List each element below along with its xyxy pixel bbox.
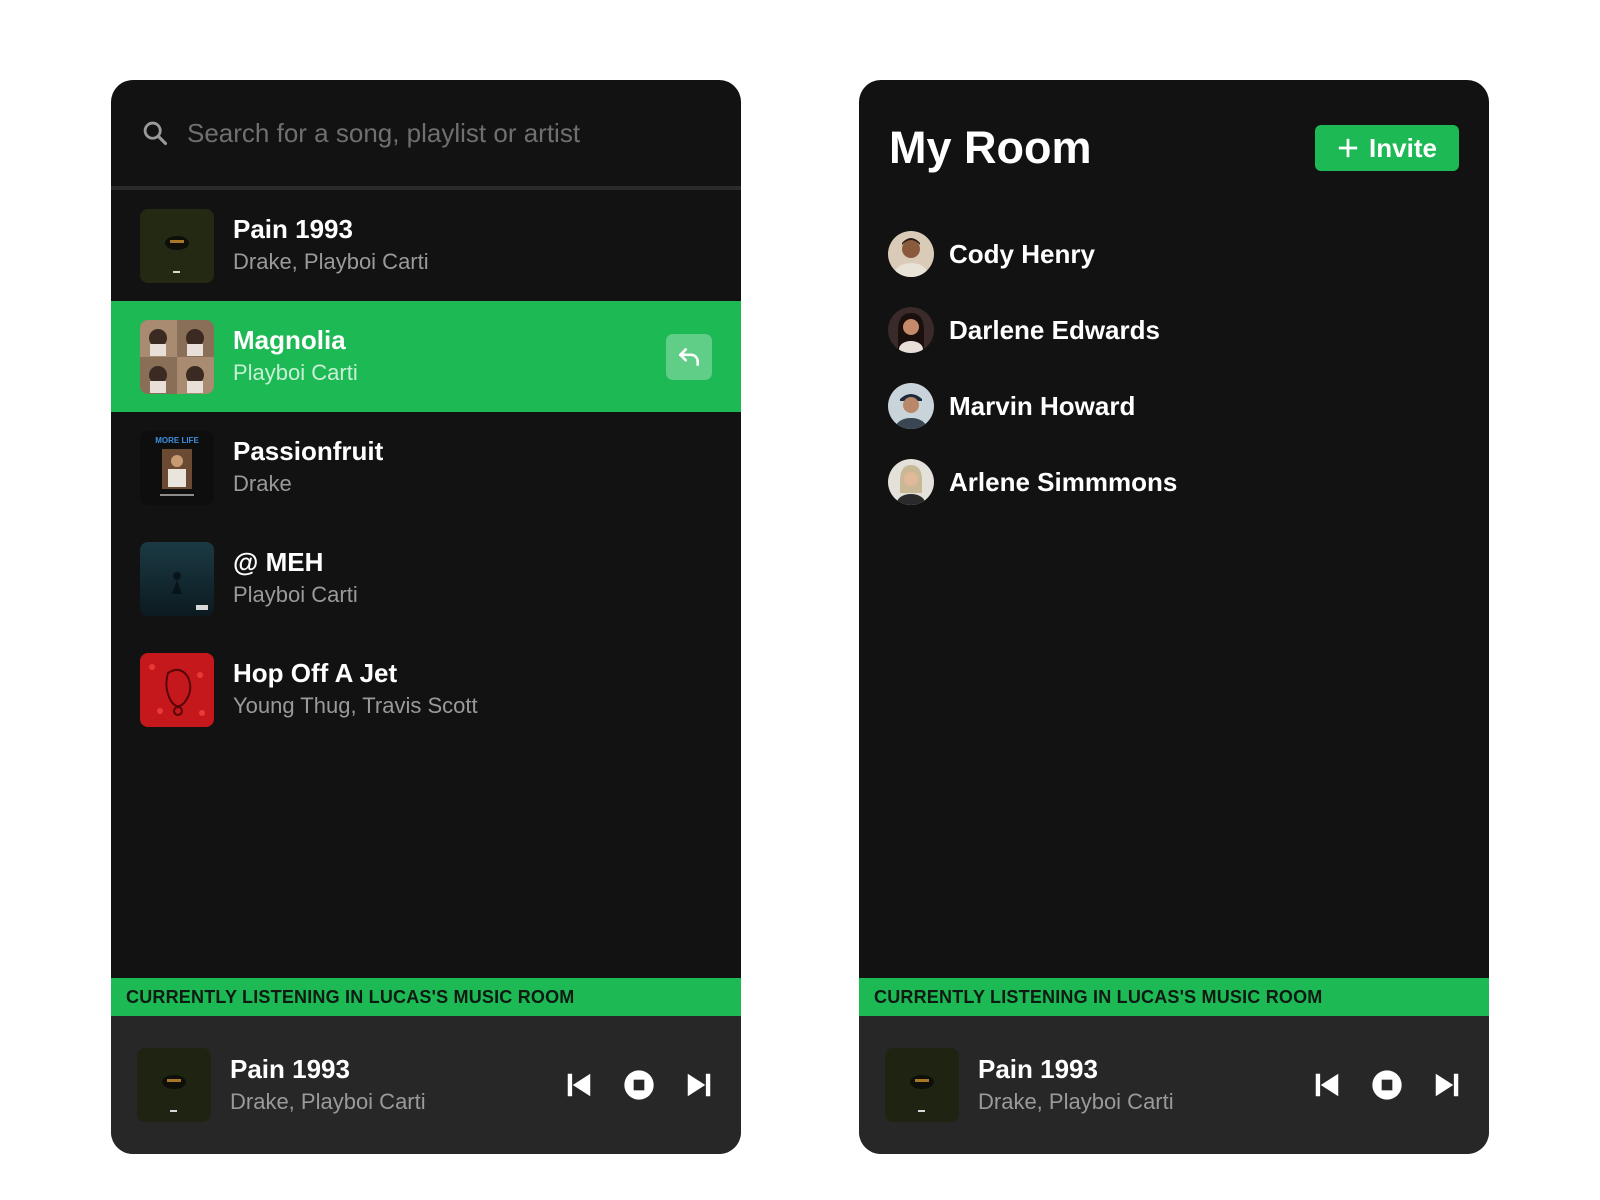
skip-next-icon bbox=[1435, 1073, 1459, 1097]
now-playing-bar: Pain 1993 Drake, Playboi Carti bbox=[111, 1016, 741, 1154]
avatar bbox=[888, 231, 934, 277]
song-item[interactable]: MORE LIFE Passionfruit Drake bbox=[111, 412, 741, 523]
now-playing-art bbox=[137, 1048, 211, 1122]
plus-icon bbox=[1338, 138, 1358, 158]
skip-next-icon bbox=[687, 1073, 711, 1097]
room-panel: My Room Invite Cody Henry Darlene Edward… bbox=[859, 80, 1489, 1154]
skip-previous-button[interactable] bbox=[1311, 1069, 1343, 1101]
song-title: Hop Off A Jet bbox=[233, 658, 398, 688]
skip-next-button[interactable] bbox=[1431, 1069, 1463, 1101]
skip-previous-icon bbox=[567, 1073, 591, 1097]
stop-button[interactable] bbox=[623, 1069, 655, 1101]
song-item[interactable]: Hop Off A Jet Young Thug, Travis Scott bbox=[111, 634, 741, 745]
room-status-banner: CURRENTLY LISTENING IN LUCAS'S MUSIC ROO… bbox=[111, 978, 741, 1016]
room-title: My Room bbox=[889, 122, 1092, 173]
skip-next-button[interactable] bbox=[683, 1069, 715, 1101]
member-item[interactable]: Arlene Simmmons bbox=[859, 444, 1489, 520]
member-list: Cody Henry Darlene Edwards Marvin Howard… bbox=[859, 216, 1489, 520]
now-playing-bar: Pain 1993 Drake, Playboi Carti bbox=[859, 1016, 1489, 1154]
song-search-panel: Pain 1993 Drake, Playboi Carti bbox=[111, 80, 741, 1154]
avatar bbox=[888, 459, 934, 505]
invite-label: Invite bbox=[1369, 132, 1437, 163]
song-title: Magnolia bbox=[233, 325, 346, 355]
album-art bbox=[140, 319, 214, 394]
room-status-banner: CURRENTLY LISTENING IN LUCAS'S MUSIC ROO… bbox=[859, 978, 1489, 1016]
now-playing-title: Pain 1993 bbox=[978, 1053, 1098, 1084]
stop-icon bbox=[1372, 1070, 1402, 1100]
song-item-selected[interactable]: Magnolia Playboi Carti bbox=[111, 301, 741, 412]
skip-previous-icon bbox=[1315, 1073, 1339, 1097]
avatar bbox=[888, 307, 934, 353]
search-bar bbox=[111, 80, 741, 190]
now-playing-title: Pain 1993 bbox=[230, 1053, 350, 1084]
member-name: Darlene Edwards bbox=[949, 314, 1160, 345]
invite-button[interactable]: Invite bbox=[1315, 125, 1459, 171]
member-name: Marvin Howard bbox=[949, 390, 1136, 421]
song-artist: Playboi Carti bbox=[233, 582, 358, 607]
album-art bbox=[140, 208, 214, 283]
member-item[interactable]: Cody Henry bbox=[859, 216, 1489, 292]
song-list: Pain 1993 Drake, Playboi Carti Magnolia … bbox=[111, 190, 741, 745]
room-header: My Room Invite bbox=[859, 80, 1489, 216]
avatar bbox=[888, 383, 934, 429]
reply-button[interactable] bbox=[666, 334, 712, 380]
member-item[interactable]: Darlene Edwards bbox=[859, 292, 1489, 368]
playback-controls bbox=[563, 1069, 715, 1101]
stop-button[interactable] bbox=[1371, 1069, 1403, 1101]
member-name: Arlene Simmmons bbox=[949, 466, 1178, 497]
reply-icon bbox=[679, 348, 699, 366]
stop-icon bbox=[624, 1070, 654, 1100]
now-playing-artist: Drake, Playboi Carti bbox=[230, 1088, 426, 1114]
song-title: @ MEH bbox=[233, 547, 324, 577]
song-title: Pain 1993 bbox=[233, 214, 353, 244]
song-artist: Drake bbox=[233, 471, 292, 496]
playback-controls bbox=[1311, 1069, 1463, 1101]
now-playing-art bbox=[885, 1048, 959, 1122]
now-playing-artist: Drake, Playboi Carti bbox=[978, 1088, 1174, 1114]
album-art-text: MORE LIFE bbox=[155, 436, 199, 445]
album-art: MORE LIFE bbox=[140, 430, 214, 505]
song-artist: Young Thug, Travis Scott bbox=[233, 693, 478, 718]
member-name: Cody Henry bbox=[949, 238, 1095, 269]
song-title: Passionfruit bbox=[233, 436, 384, 466]
album-art bbox=[140, 541, 214, 616]
search-icon bbox=[143, 121, 168, 146]
song-artist: Playboi Carti bbox=[233, 360, 358, 385]
song-item[interactable]: @ MEH Playboi Carti bbox=[111, 523, 741, 634]
album-art bbox=[140, 652, 214, 727]
search-input[interactable] bbox=[187, 117, 667, 149]
song-item[interactable]: Pain 1993 Drake, Playboi Carti bbox=[111, 190, 741, 301]
member-item[interactable]: Marvin Howard bbox=[859, 368, 1489, 444]
skip-previous-button[interactable] bbox=[563, 1069, 595, 1101]
song-artist: Drake, Playboi Carti bbox=[233, 249, 429, 274]
